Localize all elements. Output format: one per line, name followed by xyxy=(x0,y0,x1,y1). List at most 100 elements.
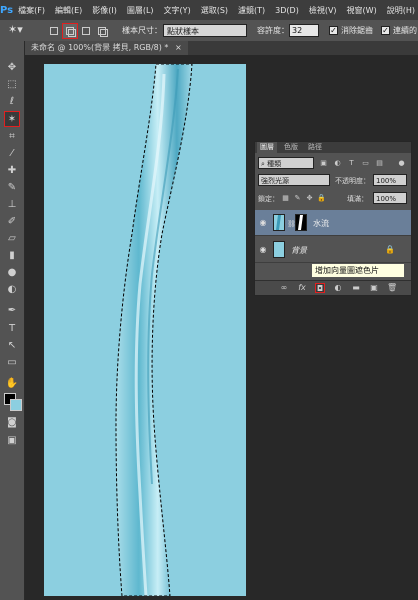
tools-panel: ✥ ⬚ ℓ ✶ ⌗ ⁄ ✚ ✎ ⊥ ✐ ▱ ▮ ● ◐ ✒ T ↖ ▭ ✋ ⌕ … xyxy=(0,41,25,600)
move-tool-icon[interactable]: ✥ xyxy=(4,60,20,76)
path-selection-tool-icon[interactable]: ↖ xyxy=(4,338,20,354)
marquee-tool-icon[interactable]: ⬚ xyxy=(4,77,20,93)
link-layers-icon[interactable]: ∞ xyxy=(279,283,289,293)
visibility-eye-icon[interactable]: ◉ xyxy=(258,218,268,228)
options-bar: ✶▾ 樣本尺寸： 點狀樣本 容許度： 32 ✓ 消除鋸齒 ✓ 連續的 xyxy=(0,20,418,42)
antialias-checkbox[interactable]: ✓ xyxy=(329,26,338,35)
layer-row-background[interactable]: ◉ 背景 🔒 xyxy=(255,237,411,263)
layer-name[interactable]: 水流 xyxy=(313,218,329,229)
eraser-tool-icon[interactable]: ▱ xyxy=(4,231,20,247)
lock-all-icon[interactable]: 🔒 xyxy=(317,194,326,203)
menu-view[interactable]: 檢視(V) xyxy=(304,5,342,16)
document-tab-title: 未命名 @ 100%(背景 拷貝, RGB/8) * xyxy=(31,43,169,52)
magic-wand-preset-icon[interactable]: ✶▾ xyxy=(8,23,36,38)
tab-paths[interactable]: 路徑 xyxy=(305,142,325,153)
brush-tool-icon[interactable]: ✎ xyxy=(4,180,20,196)
menu-select[interactable]: 選取(S) xyxy=(196,5,233,16)
lock-image-icon[interactable]: ✎ xyxy=(293,194,302,203)
layer-thumbnail xyxy=(273,241,285,258)
history-brush-tool-icon[interactable]: ✐ xyxy=(4,214,20,230)
pen-tool-icon[interactable]: ✒ xyxy=(4,303,20,319)
filter-toggle-icon[interactable]: ● xyxy=(397,159,406,168)
add-to-selection-icon[interactable] xyxy=(62,23,78,39)
layers-panel-footer: ∞ fx ◘ ◐ ▬ ▣ 🗑 xyxy=(255,280,411,295)
layer-name[interactable]: 背景 xyxy=(291,245,307,256)
healing-brush-tool-icon[interactable]: ✚ xyxy=(4,163,20,179)
antialias-label: 消除鋸齒 xyxy=(341,26,373,35)
lock-transparency-icon[interactable]: ▦ xyxy=(281,194,290,203)
document-tab-bar: 未命名 @ 100%(背景 拷貝, RGB/8) * × xyxy=(25,41,418,55)
lock-row: 鎖定： ▦ ✎ ✥ 🔒 填滿： 100% xyxy=(255,191,411,205)
visibility-eye-icon[interactable]: ◉ xyxy=(258,245,268,255)
lock-label: 鎖定： xyxy=(258,195,279,203)
subtract-from-selection-icon[interactable] xyxy=(78,23,94,39)
eyedropper-tool-icon[interactable]: ⁄ xyxy=(4,146,20,162)
menu-edit[interactable]: 編輯(E) xyxy=(50,5,87,16)
menu-3d[interactable]: 3D(D) xyxy=(270,6,304,15)
menu-filter[interactable]: 濾鏡(T) xyxy=(233,5,270,16)
document-canvas[interactable] xyxy=(44,64,246,596)
contiguous-label: 連續的 xyxy=(393,26,417,35)
layer-mask-thumbnail[interactable] xyxy=(295,214,307,231)
search-icon: ⌕ xyxy=(261,160,265,168)
type-tool-icon[interactable]: T xyxy=(4,321,20,337)
new-group-icon[interactable]: ▬ xyxy=(351,283,361,293)
menu-file[interactable]: 檔案(F) xyxy=(13,5,50,16)
crop-tool-icon[interactable]: ⌗ xyxy=(4,129,20,145)
document-tab[interactable]: 未命名 @ 100%(背景 拷貝, RGB/8) * × xyxy=(25,41,188,55)
rectangle-tool-icon[interactable]: ▭ xyxy=(4,355,20,371)
new-layer-icon[interactable]: ▣ xyxy=(369,283,379,293)
layer-filter-select[interactable]: ⌕ 種類 xyxy=(258,157,314,169)
close-icon[interactable]: × xyxy=(175,43,182,52)
sample-size-label: 樣本尺寸： xyxy=(122,26,162,35)
filter-shape-icon[interactable]: ▭ xyxy=(361,159,370,168)
layer-row-water[interactable]: ◉ ⛓ 水流 xyxy=(255,210,411,236)
dodge-tool-icon[interactable]: ◐ xyxy=(4,282,20,298)
menu-image[interactable]: 影像(I) xyxy=(87,5,122,16)
menu-layer[interactable]: 圖層(L) xyxy=(122,5,159,16)
fill-label: 填滿： xyxy=(347,195,368,203)
panel-tabs: 圖層 色版 路徑 xyxy=(255,142,411,153)
fill-input[interactable]: 100% xyxy=(373,192,407,204)
photoshop-logo: Ps xyxy=(0,4,14,16)
tooltip: 增加向量圖遮色片 xyxy=(311,263,405,278)
background-color-swatch[interactable] xyxy=(10,399,22,411)
quick-mask-icon[interactable]: ◙ xyxy=(4,415,20,431)
blend-mode-select[interactable]: 強烈光源 xyxy=(258,174,330,186)
filter-pixel-icon[interactable]: ▣ xyxy=(319,159,328,168)
add-mask-icon[interactable]: ◘ xyxy=(315,283,325,293)
delete-layer-icon[interactable]: 🗑 xyxy=(387,283,397,293)
gradient-tool-icon[interactable]: ▮ xyxy=(4,248,20,264)
contiguous-checkbox[interactable]: ✓ xyxy=(381,26,390,35)
blur-tool-icon[interactable]: ● xyxy=(4,265,20,281)
opacity-input[interactable]: 100% xyxy=(373,174,407,186)
menu-bar: Ps 檔案(F) 編輯(E) 影像(I) 圖層(L) 文字(Y) 選取(S) 濾… xyxy=(0,0,418,20)
lasso-tool-icon[interactable]: ℓ xyxy=(4,94,20,110)
menu-window[interactable]: 視窗(W) xyxy=(342,5,382,16)
clone-stamp-tool-icon[interactable]: ⊥ xyxy=(4,197,20,213)
tolerance-label: 容許度： xyxy=(257,26,289,35)
filter-smart-object-icon[interactable]: ▤ xyxy=(375,159,384,168)
filter-type-icon[interactable]: T xyxy=(347,159,356,168)
opacity-label: 不透明度： xyxy=(335,177,370,185)
layer-style-icon[interactable]: fx xyxy=(297,283,307,293)
tab-layers[interactable]: 圖層 xyxy=(257,142,277,153)
lock-icon: 🔒 xyxy=(385,245,395,254)
tolerance-input[interactable]: 32 xyxy=(289,24,319,37)
sample-size-select[interactable]: 點狀樣本 xyxy=(163,24,247,37)
menu-type[interactable]: 文字(Y) xyxy=(159,5,196,16)
water-stream-image xyxy=(115,64,193,596)
lock-position-icon[interactable]: ✥ xyxy=(305,194,314,203)
new-selection-icon[interactable] xyxy=(46,23,62,39)
filter-adjustment-icon[interactable]: ◐ xyxy=(333,159,342,168)
tab-channels[interactable]: 色版 xyxy=(281,142,301,153)
screen-mode-icon[interactable]: ▣ xyxy=(4,433,20,449)
intersect-selection-icon[interactable] xyxy=(94,23,110,39)
magic-wand-tool-icon[interactable]: ✶ xyxy=(4,111,20,127)
hand-tool-icon[interactable]: ✋ xyxy=(4,376,20,392)
adjustment-layer-icon[interactable]: ◐ xyxy=(333,283,343,293)
menu-help[interactable]: 說明(H) xyxy=(382,5,418,16)
layer-filter-row: ⌕ 種類 ▣ ◐ T ▭ ▤ ● xyxy=(255,156,411,170)
layer-filter-value: 種類 xyxy=(267,160,282,168)
layer-thumbnail xyxy=(273,214,285,231)
